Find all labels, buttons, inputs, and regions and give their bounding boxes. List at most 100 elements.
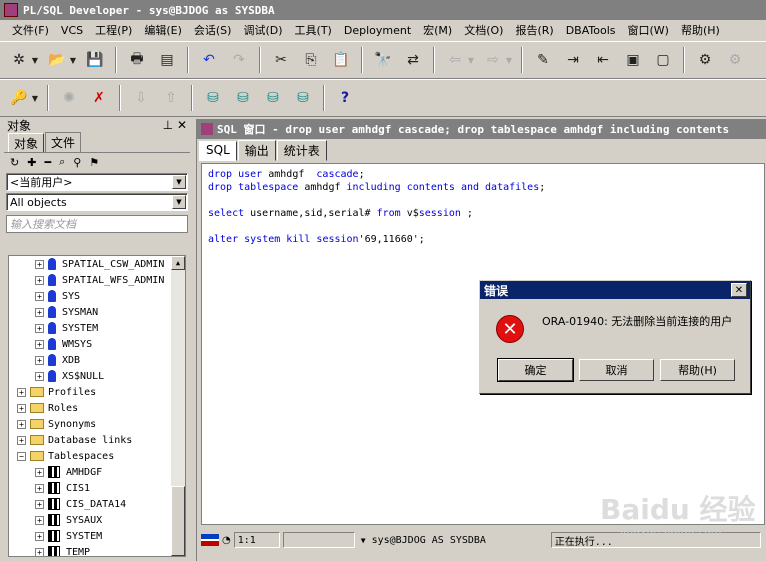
menu-item[interactable]: 调试(D) <box>237 22 288 38</box>
menu-item[interactable]: Deployment <box>338 24 417 37</box>
tree-item[interactable]: + XDB <box>9 352 185 368</box>
help-button[interactable]: 帮助(H) <box>660 359 735 381</box>
scroll-thumb[interactable] <box>171 486 185 556</box>
tree-item[interactable]: + SYSTEM <box>9 528 185 544</box>
menu-item[interactable]: 帮助(H) <box>675 22 726 38</box>
expand-icon[interactable]: + <box>17 419 26 429</box>
back-icon[interactable]: ⇦ <box>442 47 468 73</box>
database-icon[interactable]: ⛁ <box>200 85 226 111</box>
tab-objects[interactable]: 对象 <box>8 133 45 152</box>
pin-icon[interactable]: ⊥ <box>163 118 173 132</box>
explain-plan-icon[interactable]: ⚙ <box>692 47 718 73</box>
tree-item[interactable]: + Roles <box>9 400 185 416</box>
ok-button[interactable]: 确定 <box>497 358 574 382</box>
tree-item[interactable]: + Database links <box>9 432 185 448</box>
refresh-icon[interactable]: ↻ <box>10 156 19 169</box>
tree-item[interactable]: + AMHDGF <box>9 464 185 480</box>
unindent-icon[interactable]: ⇤ <box>590 47 616 73</box>
tree-item[interactable]: − Tablespaces <box>9 448 185 464</box>
tab-files[interactable]: 文件 <box>45 132 82 152</box>
menu-item[interactable]: 编辑(E) <box>138 22 188 38</box>
filter-icon[interactable]: ⚲ <box>73 156 81 169</box>
close-icon[interactable]: ✕ <box>177 118 187 132</box>
redo-icon[interactable]: ↷ <box>226 47 252 73</box>
tree-item[interactable]: + WMSYS <box>9 336 185 352</box>
expand-icon[interactable]: + <box>35 515 44 525</box>
expand-icon[interactable]: + <box>35 291 44 301</box>
expand-icon[interactable]: + <box>35 547 44 556</box>
undo-icon[interactable]: ↶ <box>196 47 222 73</box>
sql-window-icon[interactable]: ⛁ <box>230 85 256 111</box>
expand-icon[interactable]: − <box>17 451 26 461</box>
beautifier-icon[interactable]: ⚙ <box>722 47 748 73</box>
replace-icon[interactable]: ⇄ <box>400 47 426 73</box>
chevron-down-icon[interactable]: ▼ <box>172 175 186 189</box>
menu-item[interactable]: VCS <box>55 24 89 37</box>
new-icon[interactable]: ✲ <box>6 47 32 73</box>
add-icon[interactable]: ✚ <box>27 156 36 169</box>
execute-gear-icon[interactable]: ✺ <box>56 85 82 111</box>
print-icon[interactable]: 🖶 <box>124 47 150 73</box>
key-icon[interactable]: 🔑 <box>6 85 32 111</box>
expand-icon[interactable]: + <box>35 355 44 365</box>
expand-icon[interactable]: + <box>35 467 44 477</box>
rollback-icon[interactable]: ⇧ <box>158 85 184 111</box>
expand-icon[interactable]: + <box>35 339 44 349</box>
tab-output[interactable]: 输出 <box>237 140 276 161</box>
tree-item[interactable]: + Profiles <box>9 384 185 400</box>
menu-item[interactable]: 文件(F) <box>6 22 55 38</box>
tree-item[interactable]: + TEMP <box>9 544 185 556</box>
expand-icon[interactable]: + <box>17 387 26 397</box>
break-icon[interactable]: ✗ <box>86 85 112 111</box>
cut-icon[interactable]: ✂ <box>268 47 294 73</box>
menu-item[interactable]: 宏(M) <box>417 22 458 38</box>
report-window-icon[interactable]: ⛁ <box>290 85 316 111</box>
chevron-down-icon[interactable]: ▼ <box>172 195 186 209</box>
cancel-button[interactable]: 取消 <box>579 359 654 381</box>
connection-select[interactable]: ▼ sys@BJDOG AS SYSDBA <box>358 532 548 548</box>
expand-icon[interactable]: + <box>17 435 26 445</box>
tab-sql[interactable]: SQL <box>199 141 237 161</box>
chevron-down-icon[interactable]: ▼ <box>466 47 476 73</box>
tree-scrollbar[interactable]: ▲ <box>171 256 185 556</box>
expand-icon[interactable]: + <box>35 531 44 541</box>
menu-item[interactable]: 文档(O) <box>458 22 509 38</box>
folder-filter-icon[interactable]: ⚑ <box>89 156 99 169</box>
open-folder-icon[interactable]: 📂 <box>44 47 70 73</box>
tree-item[interactable]: + CIS1 <box>9 480 185 496</box>
scroll-up-icon[interactable]: ▲ <box>171 256 185 270</box>
print-preview-icon[interactable]: ▤ <box>154 47 180 73</box>
expand-icon[interactable]: + <box>35 323 44 333</box>
expand-icon[interactable]: + <box>35 483 44 493</box>
find-icon[interactable]: 🔭 <box>370 47 396 73</box>
indent-icon[interactable]: ⇥ <box>560 47 586 73</box>
tree-item[interactable]: + SPATIAL_CSW_ADMIN <box>9 256 185 272</box>
tree-item[interactable]: + Synonyms <box>9 416 185 432</box>
save-icon[interactable]: 💾 <box>82 47 108 73</box>
menu-item[interactable]: DBATools <box>560 24 622 37</box>
forward-icon[interactable]: ⇨ <box>480 47 506 73</box>
search-input[interactable]: 输入搜索文档 <box>6 215 188 233</box>
uncomment-icon[interactable]: ▢ <box>650 47 676 73</box>
comment-icon[interactable]: ▣ <box>620 47 646 73</box>
expand-icon[interactable]: + <box>17 403 26 413</box>
tree-item[interactable]: + SYSMAN <box>9 304 185 320</box>
copy-icon[interactable]: ⎘ <box>298 47 324 73</box>
expand-icon[interactable]: + <box>35 307 44 317</box>
tab-statistics[interactable]: 统计表 <box>276 140 327 161</box>
chevron-down-icon[interactable]: ▼ <box>504 47 514 73</box>
chevron-down-icon[interactable]: ▼ <box>68 47 78 73</box>
remove-icon[interactable]: ━ <box>44 156 51 169</box>
expand-icon[interactable]: + <box>35 499 44 509</box>
expand-icon[interactable]: + <box>35 259 44 269</box>
tree-item[interactable]: + SPATIAL_WFS_ADMIN <box>9 272 185 288</box>
tree-item[interactable]: + SYS <box>9 288 185 304</box>
paste-icon[interactable]: 📋 <box>328 47 354 73</box>
tree-item[interactable]: + SYSTEM <box>9 320 185 336</box>
menu-item[interactable]: 会话(S) <box>188 22 238 38</box>
object-filter-select[interactable]: All objects ▼ <box>6 193 188 211</box>
expand-icon[interactable]: + <box>35 371 44 381</box>
tree-item[interactable]: + CIS_DATA14 <box>9 496 185 512</box>
tree-item[interactable]: + XS$NULL <box>9 368 185 384</box>
menu-item[interactable]: 报告(R) <box>509 22 559 38</box>
